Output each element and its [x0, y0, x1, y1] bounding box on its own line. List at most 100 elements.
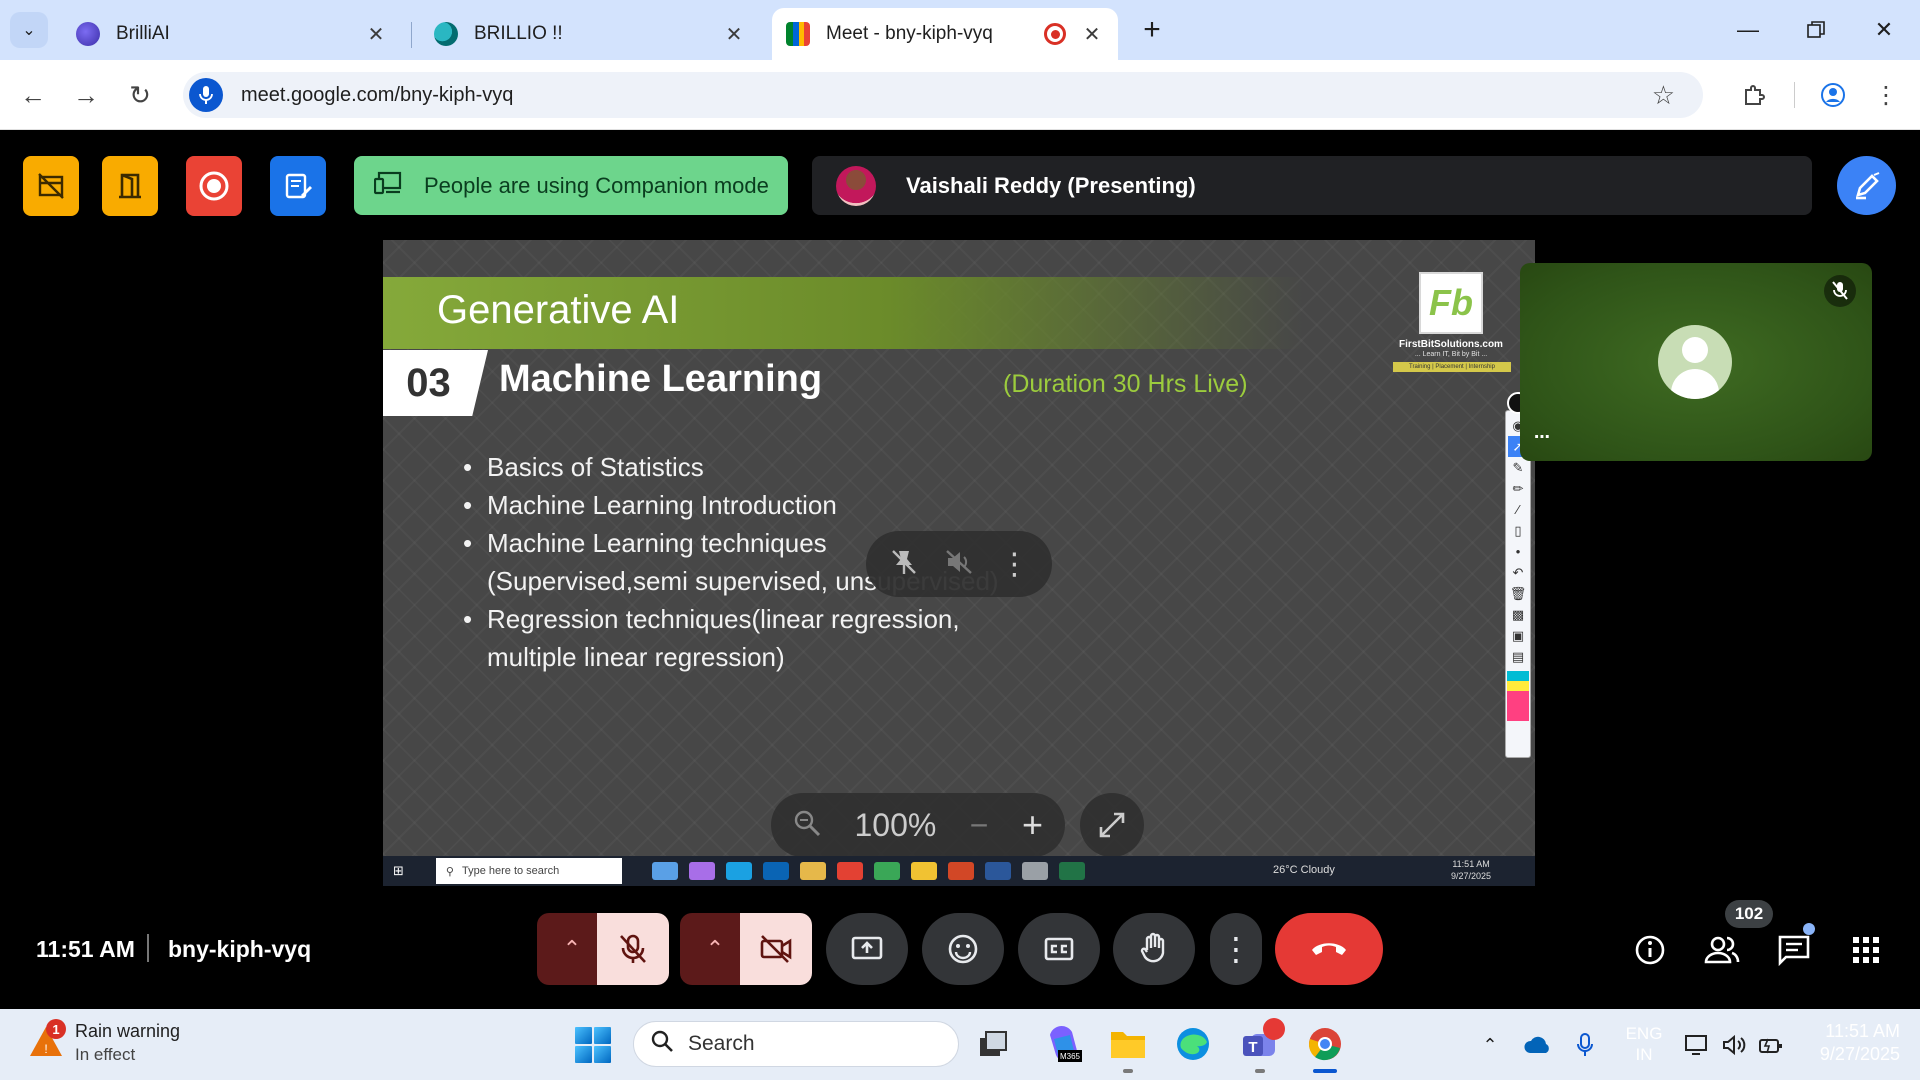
host-controls-button[interactable]	[23, 156, 79, 216]
app-running-indicator	[1123, 1069, 1133, 1073]
activities-button[interactable]	[1848, 932, 1884, 968]
trash-icon[interactable]: 🗑	[1508, 583, 1528, 604]
new-tab-button[interactable]: +	[1136, 13, 1168, 46]
chevron-up-icon: ⌃	[1482, 1034, 1498, 1055]
back-button[interactable]: ←	[15, 77, 51, 113]
microsoft-365-app[interactable]: M365	[1043, 1024, 1083, 1064]
tab-brillio[interactable]: BRILLIO !! ✕	[420, 8, 760, 60]
tab-brilliai[interactable]: BrilliAI ✕	[62, 8, 402, 60]
task-view-button[interactable]	[973, 1024, 1013, 1064]
app-icon	[873, 862, 900, 880]
pen-icon	[1855, 171, 1879, 199]
clipboard-icon[interactable]: ▤	[1508, 646, 1528, 667]
close-window-button[interactable]: ✕	[1864, 12, 1904, 48]
presenter-bar[interactable]: Vaishali Reddy (Presenting)	[812, 156, 1812, 215]
cloud-icon	[1524, 1036, 1549, 1053]
arrow-left-icon: ←	[20, 79, 46, 110]
raise-hand-button[interactable]	[1113, 913, 1195, 985]
logo-letters: Fb	[1429, 282, 1473, 323]
more-options-icon[interactable]: ⋯	[1534, 427, 1550, 447]
highlighter-icon[interactable]: ✏	[1508, 478, 1528, 499]
recording-button[interactable]	[186, 156, 242, 216]
battery-icon	[1759, 1038, 1782, 1054]
reload-button[interactable]: ↻	[122, 77, 158, 113]
unread-indicator	[1803, 923, 1815, 935]
fullscreen-button[interactable]	[1080, 793, 1144, 857]
emoji-icon	[948, 934, 978, 964]
chrome-app[interactable]	[1305, 1024, 1345, 1064]
onedrive-tray[interactable]	[1521, 1032, 1555, 1058]
microphone-icon[interactable]	[189, 78, 223, 112]
avatar	[1658, 325, 1732, 399]
annotate-button[interactable]	[1837, 156, 1896, 215]
taskbar-search[interactable]: Search	[633, 1021, 959, 1067]
folder-icon	[1111, 1032, 1145, 1058]
unpin-icon[interactable]	[889, 547, 919, 582]
eraser-icon[interactable]: ▯	[1508, 520, 1528, 541]
close-icon[interactable]: ✕	[364, 22, 388, 46]
undo-icon[interactable]: ↶	[1508, 562, 1528, 583]
system-clock[interactable]: 11:51 AM 9/27/2025	[1800, 1020, 1900, 1066]
weather-title[interactable]: Rain warning	[75, 1021, 180, 1042]
network-icon	[1685, 1035, 1707, 1055]
color-palette[interactable]	[1507, 671, 1529, 721]
volume-tray[interactable]	[1720, 1032, 1750, 1058]
present-screen-button[interactable]	[826, 913, 908, 985]
close-icon[interactable]: ✕	[1080, 22, 1104, 46]
battery-tray[interactable]	[1756, 1032, 1786, 1058]
browser-menu-button[interactable]: ⋮	[1868, 77, 1904, 113]
start-button[interactable]	[575, 1027, 611, 1063]
meeting-details-button[interactable]	[1632, 932, 1668, 968]
camera-toggle-button[interactable]	[740, 913, 812, 985]
restore-icon	[1807, 21, 1825, 38]
self-view-tile[interactable]: ⋯	[1520, 263, 1872, 461]
leave-call-button[interactable]	[1275, 913, 1383, 985]
reactions-button[interactable]	[922, 913, 1004, 985]
zoom-out-icon[interactable]	[793, 809, 821, 842]
camera-icon[interactable]: ▣	[1508, 625, 1528, 646]
chat-button[interactable]	[1776, 932, 1812, 968]
more-options-button[interactable]: ⋮	[1210, 913, 1262, 985]
people-button[interactable]	[1704, 932, 1740, 968]
minus-icon[interactable]: −	[970, 807, 989, 844]
profile-button[interactable]	[1815, 77, 1851, 113]
extensions-button[interactable]	[1736, 77, 1772, 113]
line-icon[interactable]: ∕	[1508, 499, 1528, 520]
file-explorer-app[interactable]	[1108, 1024, 1148, 1064]
show-hidden-icons[interactable]: ⌃	[1476, 1032, 1504, 1058]
tab-meet[interactable]: Meet - bny-kiph-vyq ✕	[772, 8, 1118, 60]
toolbar-divider	[1794, 82, 1795, 108]
network-tray[interactable]	[1682, 1032, 1712, 1058]
address-bar[interactable]: meet.google.com/bny-kiph-vyq ☆	[183, 72, 1703, 118]
close-icon[interactable]: ✕	[722, 22, 746, 46]
dot-icon[interactable]: •	[1508, 541, 1528, 562]
weather-subtitle: In effect	[75, 1045, 136, 1064]
captions-button[interactable]	[1018, 913, 1100, 985]
plus-icon: +	[1143, 13, 1161, 46]
tab-search-button[interactable]: ⌄	[10, 12, 48, 48]
layout-off-icon	[38, 173, 64, 199]
microphone-toggle-button[interactable]	[597, 913, 669, 985]
bookmark-star-icon[interactable]: ☆	[1652, 80, 1675, 111]
language-code: ENG	[1625, 1024, 1663, 1043]
minimize-button[interactable]: —	[1728, 12, 1768, 48]
shared-search-text: Type here to search	[461, 865, 560, 877]
companion-mode-notice[interactable]: People are using Companion mode	[354, 156, 788, 215]
forward-button[interactable]: →	[68, 77, 104, 113]
volume-off-icon[interactable]	[944, 547, 974, 582]
plus-icon[interactable]: +	[1022, 804, 1043, 846]
microphone-tray[interactable]	[1570, 1032, 1600, 1058]
puzzle-icon	[1745, 85, 1765, 105]
shared-weather: 26°C Cloudy	[1273, 864, 1335, 876]
board-icon[interactable]: ▩	[1508, 604, 1528, 625]
videocam-off-icon	[760, 935, 792, 963]
restore-button[interactable]	[1796, 12, 1836, 48]
edge-app[interactable]	[1173, 1024, 1213, 1064]
notes-button[interactable]	[270, 156, 326, 216]
more-vert-icon: ⋮	[1220, 931, 1252, 967]
language-indicator[interactable]: ENG IN	[1622, 1023, 1666, 1065]
more-vert-icon[interactable]: ⋮	[999, 547, 1029, 582]
tab-label: BRILLIO !!	[474, 23, 563, 44]
breakout-rooms-button[interactable]	[102, 156, 158, 216]
presentation-screen: Generative AI 03 Machine Learning (Durat…	[383, 240, 1535, 886]
